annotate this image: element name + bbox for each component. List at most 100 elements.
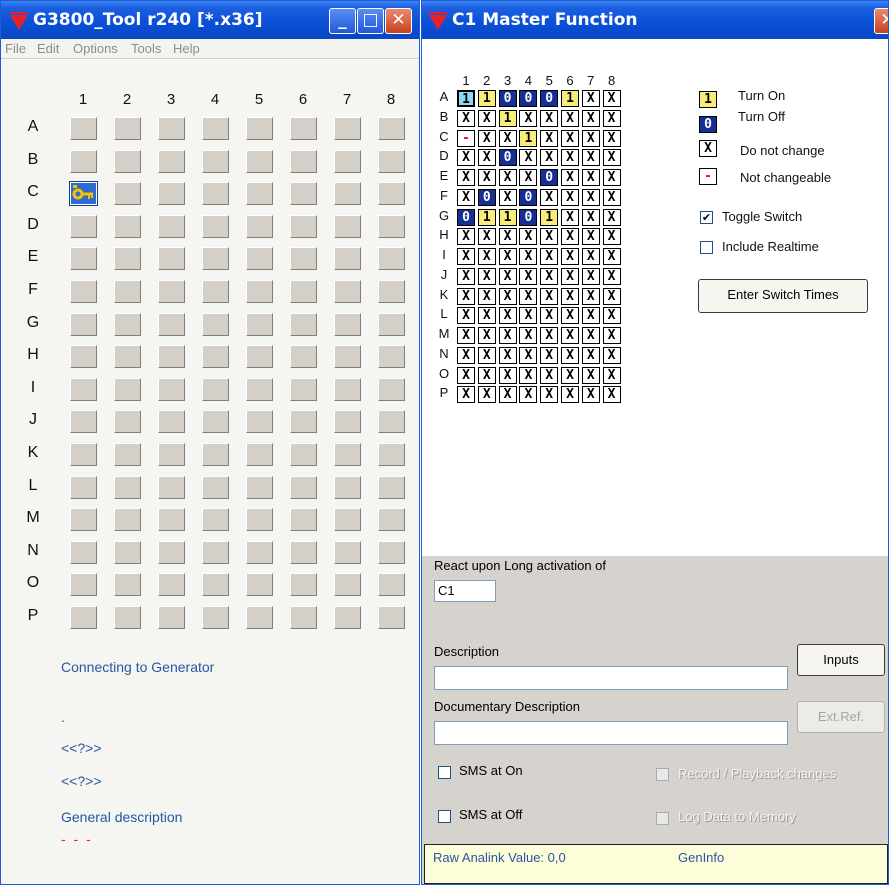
matrix-cell-x[interactable]: X — [540, 307, 559, 325]
matrix-cell-x[interactable]: X — [561, 386, 579, 404]
matrix-cell-x[interactable]: X — [602, 267, 621, 285]
grid-cell[interactable] — [114, 312, 141, 336]
matrix-cell-x[interactable]: X — [581, 307, 600, 325]
grid-cell[interactable] — [334, 606, 361, 629]
extref-button[interactable]: Ext.Ref. — [797, 701, 885, 733]
matrix-cell-x[interactable]: X — [477, 307, 496, 325]
grid-cell[interactable] — [158, 410, 185, 434]
grid-cell[interactable] — [70, 573, 97, 597]
matrix-cell-x[interactable]: X — [581, 149, 600, 167]
matrix-cell-x[interactable]: X — [581, 129, 600, 147]
grid-cell[interactable] — [114, 345, 141, 369]
grid-cell[interactable] — [114, 377, 141, 401]
matrix-cell-x[interactable]: X — [540, 287, 559, 305]
grid-cell[interactable] — [290, 182, 317, 206]
grid-cell[interactable] — [70, 377, 97, 401]
matrix-cell-x[interactable]: X — [561, 228, 579, 246]
matrix-cell-x[interactable]: X — [581, 188, 600, 206]
grid-cell[interactable] — [246, 573, 273, 597]
grid-cell[interactable] — [158, 312, 185, 336]
matrix-cell-x[interactable]: X — [561, 287, 579, 305]
matrix-cell-x[interactable]: X — [477, 267, 496, 285]
matrix-cell-x[interactable]: X — [561, 109, 579, 127]
menu-help[interactable]: Help — [173, 41, 200, 56]
matrix-cell-x[interactable]: X — [477, 287, 496, 305]
doc-description-input[interactable] — [434, 721, 788, 745]
grid-cell[interactable] — [202, 312, 229, 336]
matrix-cell-x[interactable]: X — [477, 109, 496, 127]
grid-cell[interactable] — [114, 410, 141, 434]
grid-cell[interactable] — [378, 377, 405, 401]
grid-cell[interactable] — [246, 606, 273, 629]
matrix-cell-x[interactable]: X — [602, 307, 621, 325]
grid-cell[interactable] — [246, 377, 273, 401]
grid-cell[interactable] — [70, 345, 97, 369]
matrix-cell-x[interactable]: X — [519, 109, 538, 127]
grid-cell[interactable] — [290, 117, 317, 140]
matrix-cell-x[interactable]: X — [602, 188, 621, 206]
maximize-button[interactable]: □ — [357, 8, 384, 34]
matrix-cell-off[interactable]: 0 — [457, 208, 475, 226]
matrix-cell-x[interactable]: X — [561, 346, 579, 364]
menu-file[interactable]: File — [5, 41, 26, 56]
grid-cell[interactable] — [378, 540, 405, 564]
matrix-cell-x[interactable]: X — [540, 267, 559, 285]
matrix-cell-x[interactable]: X — [457, 287, 475, 305]
matrix-cell-off[interactable]: 0 — [498, 90, 517, 107]
grid-cell[interactable] — [202, 475, 229, 499]
menu-tools[interactable]: Tools — [131, 41, 161, 56]
grid-cell[interactable] — [158, 573, 185, 597]
grid-cell[interactable] — [158, 117, 185, 140]
log-data-checkbox[interactable] — [656, 812, 669, 825]
matrix-cell-x[interactable]: X — [519, 327, 538, 344]
grid-cell[interactable] — [114, 214, 141, 238]
grid-cell[interactable] — [202, 214, 229, 238]
matrix-cell-x[interactable]: X — [602, 228, 621, 246]
matrix-cell-on[interactable]: 1 — [477, 90, 496, 107]
grid-cell[interactable] — [246, 540, 273, 564]
matrix-cell-x[interactable]: X — [581, 109, 600, 127]
matrix-cell-x[interactable]: X — [519, 248, 538, 265]
grid-cell[interactable] — [158, 149, 185, 173]
matrix-cell-x[interactable]: X — [602, 327, 621, 344]
matrix-cell-x[interactable]: X — [457, 188, 475, 206]
grid-cell[interactable] — [70, 540, 97, 564]
matrix-cell-x[interactable]: X — [581, 248, 600, 265]
matrix-cell-x[interactable]: X — [561, 366, 579, 384]
matrix-cell-x[interactable]: X — [477, 149, 496, 167]
matrix-cell-on[interactable]: 1 — [540, 208, 559, 226]
matrix-cell-on[interactable]: 1 — [477, 208, 496, 226]
grid-cell[interactable] — [114, 508, 141, 532]
matrix-cell-x[interactable]: X — [561, 169, 579, 186]
grid-cell[interactable] — [334, 247, 361, 271]
matrix-cell-x[interactable]: X — [561, 188, 579, 206]
toggle-switch-checkbox[interactable]: ✔ — [700, 211, 713, 224]
matrix-cell-x[interactable]: X — [498, 386, 517, 404]
grid-cell[interactable] — [246, 280, 273, 303]
matrix-cell-x[interactable]: X — [498, 129, 517, 147]
grid-cell[interactable] — [378, 606, 405, 629]
matrix-cell-x[interactable]: X — [602, 109, 621, 127]
grid-cell-key[interactable] — [69, 181, 98, 207]
matrix-cell-x[interactable]: X — [519, 169, 538, 186]
inputs-button[interactable]: Inputs — [797, 644, 885, 676]
matrix-cell-off[interactable]: 0 — [477, 188, 496, 206]
grid-cell[interactable] — [334, 345, 361, 369]
grid-cell[interactable] — [246, 149, 273, 173]
matrix-cell-x[interactable]: X — [498, 346, 517, 364]
matrix-cell-x[interactable]: X — [581, 366, 600, 384]
grid-cell[interactable] — [290, 508, 317, 532]
grid-cell[interactable] — [114, 475, 141, 499]
matrix-cell-x[interactable]: X — [540, 129, 559, 147]
matrix-cell-x[interactable]: X — [519, 346, 538, 364]
grid-cell[interactable] — [158, 214, 185, 238]
matrix-cell-x[interactable]: X — [581, 228, 600, 246]
grid-cell[interactable] — [334, 377, 361, 401]
matrix-cell-x[interactable]: X — [457, 327, 475, 344]
grid-cell[interactable] — [70, 117, 97, 140]
grid-cell[interactable] — [378, 573, 405, 597]
grid-cell[interactable] — [202, 508, 229, 532]
grid-cell[interactable] — [70, 214, 97, 238]
grid-cell[interactable] — [334, 214, 361, 238]
grid-cell[interactable] — [70, 475, 97, 499]
